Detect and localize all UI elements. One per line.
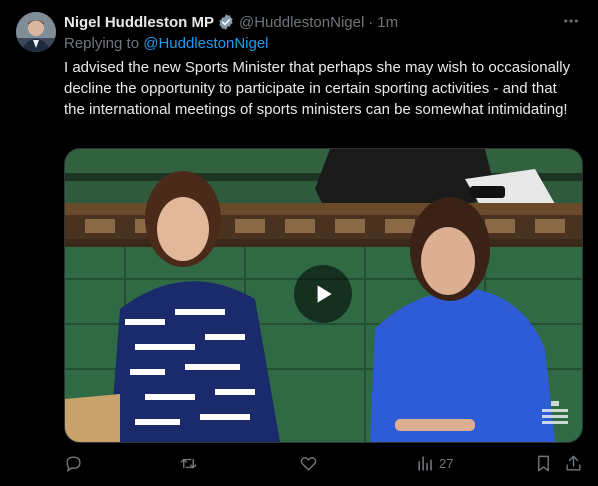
play-button[interactable] bbox=[294, 265, 352, 323]
tweet[interactable]: Nigel Huddleston MP @HuddlestonNigel · 1… bbox=[0, 0, 598, 486]
retweet-button[interactable] bbox=[179, 454, 198, 473]
share-icon bbox=[566, 455, 581, 471]
bookmark-button[interactable] bbox=[534, 454, 553, 473]
like-button[interactable] bbox=[299, 454, 318, 473]
verified-badge-icon bbox=[217, 13, 235, 31]
reply-button[interactable] bbox=[64, 454, 83, 473]
replying-handle-link[interactable]: @HuddlestonNigel bbox=[143, 35, 268, 52]
replying-prefix: Replying to bbox=[64, 35, 144, 52]
video-player[interactable] bbox=[64, 148, 583, 443]
replying-to: Replying to @HuddlestonNigel bbox=[64, 35, 269, 52]
reply-icon bbox=[66, 456, 81, 473]
views-button[interactable]: 27 bbox=[416, 454, 453, 473]
retweet-icon bbox=[180, 458, 197, 469]
author-name[interactable]: Nigel Huddleston MP bbox=[64, 14, 214, 31]
views-count: 27 bbox=[439, 456, 454, 471]
tweet-header: Nigel Huddleston MP @HuddlestonNigel · 1… bbox=[64, 12, 398, 32]
share-button[interactable] bbox=[564, 454, 583, 473]
views-chart-icon bbox=[418, 456, 432, 471]
separator-dot: · bbox=[368, 13, 374, 31]
action-bar: 27 bbox=[64, 454, 584, 476]
avatar[interactable] bbox=[16, 12, 56, 52]
bookmark-icon bbox=[538, 455, 549, 472]
more-dots-icon[interactable] bbox=[562, 12, 580, 35]
tweet-text: I advised the new Sports Minister that p… bbox=[64, 59, 575, 118]
heart-icon bbox=[300, 457, 317, 471]
timestamp[interactable]: 1m bbox=[377, 14, 398, 31]
author-handle[interactable]: @HuddlestonNigel bbox=[239, 14, 364, 31]
play-icon bbox=[317, 285, 332, 303]
